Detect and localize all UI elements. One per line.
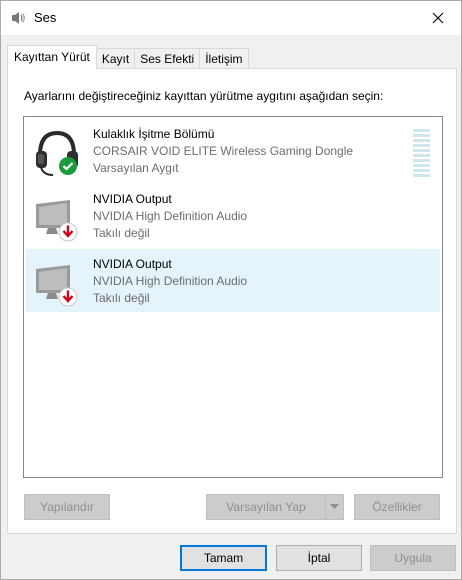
close-icon: [432, 12, 444, 24]
close-button[interactable]: [415, 1, 461, 35]
instruction-text: Ayarlarını değiştireceğiniz kayıttan yür…: [24, 89, 384, 103]
apply-button[interactable]: Uygula: [370, 545, 456, 571]
chevron-down-icon: [330, 504, 339, 509]
properties-button[interactable]: Özellikler: [354, 494, 440, 520]
playback-panel: Ayarlarını değiştireceğiniz kayıttan yür…: [7, 68, 457, 534]
monitor-icon: [36, 200, 78, 242]
window-title: Ses: [34, 10, 57, 25]
device-name: Kulaklık İşitme Bölümü: [93, 127, 215, 141]
set-default-label: Varsayılan Yap: [226, 500, 306, 514]
sound-dialog: Ses Kayıttan Yürüt Kayıt Ses Efekti İlet…: [0, 0, 462, 580]
device-description: NVIDIA High Definition Audio: [93, 209, 248, 223]
ok-button[interactable]: Tamam: [180, 545, 267, 571]
speaker-icon: [12, 12, 25, 24]
device-status: Takılı değil: [93, 226, 150, 240]
set-default-button[interactable]: Varsayılan Yap: [206, 494, 344, 520]
headset-icon: [36, 130, 78, 176]
set-default-dropdown[interactable]: [325, 495, 343, 519]
device-text: NVIDIA Output NVIDIA High Definition Aud…: [93, 191, 247, 242]
device-status: Varsayılan Aygıt: [93, 161, 179, 175]
device-description: CORSAIR VOID ELITE Wireless Gaming Dongl…: [93, 144, 354, 158]
device-description: NVIDIA High Definition Audio: [93, 274, 248, 288]
tab-communications[interactable]: İletişim: [199, 48, 249, 69]
device-item-nvidia-1[interactable]: NVIDIA Output NVIDIA High Definition Aud…: [26, 184, 440, 247]
tab-recording[interactable]: Kayıt: [95, 48, 136, 69]
title-bar: Ses: [1, 1, 461, 35]
device-text: NVIDIA Output NVIDIA High Definition Aud…: [93, 256, 247, 307]
device-item-headset[interactable]: Kulaklık İşitme Bölümü CORSAIR VOID ELIT…: [26, 119, 440, 182]
device-name: NVIDIA Output: [93, 192, 172, 206]
tab-playback[interactable]: Kayıttan Yürüt: [7, 45, 97, 69]
tab-sounds[interactable]: Ses Efekti: [134, 48, 201, 69]
monitor-icon: [36, 265, 78, 307]
device-text: Kulaklık İşitme Bölümü CORSAIR VOID ELIT…: [93, 126, 353, 177]
configure-button[interactable]: Yapılandır: [24, 494, 110, 520]
volume-level-meter: [413, 129, 430, 179]
tab-strip: Kayıttan Yürüt Kayıt Ses Efekti İletişim: [7, 45, 249, 69]
device-list[interactable]: Kulaklık İşitme Bölümü CORSAIR VOID ELIT…: [23, 116, 443, 478]
device-name: NVIDIA Output: [93, 257, 172, 271]
device-status: Takılı değil: [93, 291, 150, 305]
cancel-button[interactable]: İptal: [276, 545, 362, 571]
device-item-nvidia-2[interactable]: NVIDIA Output NVIDIA High Definition Aud…: [26, 249, 440, 312]
